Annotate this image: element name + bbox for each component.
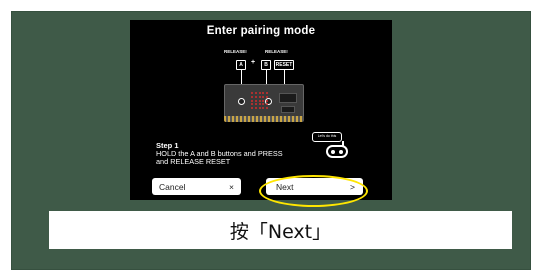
release-label-reset: RELEASE!: [265, 49, 288, 54]
slide-frame: Enter pairing mode RELEASE! RELEASE! A +…: [11, 11, 531, 270]
caption-box: 按「Next」: [49, 211, 512, 249]
cancel-label: Cancel: [159, 181, 186, 192]
board-edge-connector: [224, 116, 304, 122]
screen-title: Enter pairing mode: [206, 25, 316, 37]
wire-reset: [284, 70, 285, 84]
microbit-board-illustration: [224, 84, 304, 118]
close-icon: ×: [229, 181, 234, 192]
microbit-face-icon: [326, 145, 348, 158]
reset-tag: RESET: [274, 60, 294, 70]
button-b-tag: B: [261, 60, 271, 70]
caption-text: 按「Next」: [229, 220, 332, 243]
speech-bubble: Let's do this: [312, 132, 342, 142]
release-label-a: RELEASE!: [224, 49, 247, 54]
plus-sign: +: [251, 59, 256, 66]
board-chip-2: [281, 106, 295, 113]
cancel-button[interactable]: Cancel ×: [152, 178, 241, 195]
button-a-tag: A: [236, 60, 246, 70]
board-button-a: [238, 98, 245, 105]
step-instructions: HOLD the A and B buttons and PRESS and R…: [156, 149, 283, 166]
board-chip: [279, 93, 297, 103]
app-screenshot: Enter pairing mode RELEASE! RELEASE! A +…: [130, 20, 392, 200]
led-matrix: [251, 92, 269, 110]
next-highlight-ellipse: [259, 175, 368, 207]
